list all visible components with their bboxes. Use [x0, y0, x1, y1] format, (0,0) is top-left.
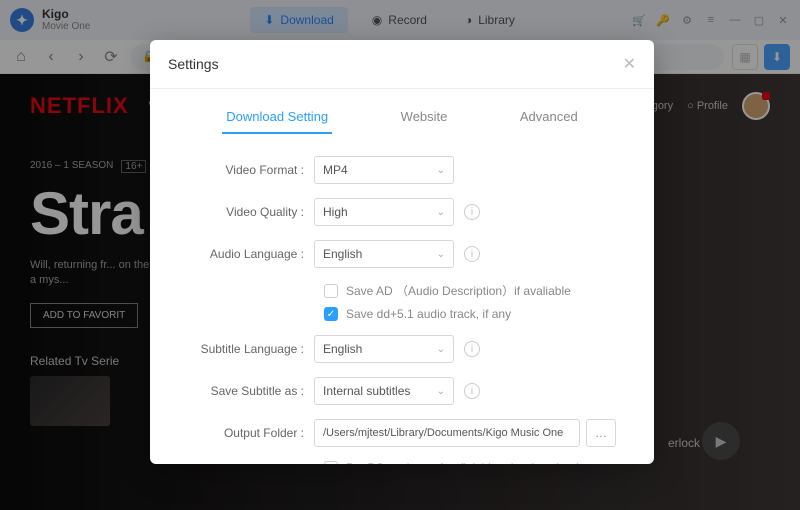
- modal-tabs: Download Setting Website Advanced: [150, 101, 654, 134]
- row-subtitle-language: Subtitle Language : English ⌄ i: [180, 335, 624, 363]
- row-save-ad[interactable]: Save AD （Audio Description）if avaliable: [324, 282, 624, 299]
- modal-title: Settings: [168, 56, 219, 72]
- close-icon[interactable]: ✕: [623, 54, 636, 74]
- modal-header: Settings ✕: [150, 40, 654, 89]
- info-icon[interactable]: i: [464, 204, 480, 220]
- label-save-subtitle-as: Save Subtitle as :: [180, 384, 314, 398]
- select-subtitle-language-value: English: [323, 342, 362, 356]
- select-subtitle-language[interactable]: English ⌄: [314, 335, 454, 363]
- row-video-format: Video Format : MP4 ⌄: [180, 156, 624, 184]
- select-audio-language[interactable]: English ⌄: [314, 240, 454, 268]
- select-video-quality-value: High: [323, 205, 348, 219]
- tab-advanced[interactable]: Advanced: [516, 101, 582, 134]
- label-sleep-pc: Put PC to sleep after finishing the down…: [346, 461, 616, 464]
- chevron-down-icon: ⌄: [437, 386, 445, 397]
- checkbox-save-dd51[interactable]: ✓: [324, 307, 338, 321]
- info-icon[interactable]: i: [464, 341, 480, 357]
- label-audio-language: Audio Language :: [180, 247, 314, 261]
- select-audio-language-value: English: [323, 247, 362, 261]
- chevron-down-icon: ⌄: [437, 249, 445, 260]
- tab-website[interactable]: Website: [397, 101, 452, 134]
- select-save-subtitle-as-value: Internal subtitles: [323, 384, 410, 398]
- chevron-down-icon: ⌄: [437, 165, 445, 176]
- label-subtitle-language: Subtitle Language :: [180, 342, 314, 356]
- select-save-subtitle-as[interactable]: Internal subtitles ⌄: [314, 377, 454, 405]
- info-icon[interactable]: i: [464, 246, 480, 262]
- row-video-quality: Video Quality : High ⌄ i: [180, 198, 624, 226]
- input-output-folder[interactable]: /Users/mjtest/Library/Documents/Kigo Mus…: [314, 419, 580, 447]
- checkbox-sleep-pc[interactable]: [324, 461, 338, 464]
- tab-download-setting[interactable]: Download Setting: [222, 101, 332, 134]
- label-video-quality: Video Quality :: [180, 205, 314, 219]
- row-output-folder: Output Folder : /Users/mjtest/Library/Do…: [180, 419, 624, 447]
- label-video-format: Video Format :: [180, 163, 314, 177]
- label-output-folder: Output Folder :: [180, 426, 314, 440]
- output-folder-value: /Users/mjtest/Library/Documents/Kigo Mus…: [323, 427, 563, 439]
- label-save-ad: Save AD （Audio Description）if avaliable: [346, 282, 571, 299]
- chevron-down-icon: ⌄: [437, 207, 445, 218]
- row-audio-language: Audio Language : English ⌄ i: [180, 240, 624, 268]
- checkbox-save-ad[interactable]: [324, 284, 338, 298]
- row-save-subtitle-as: Save Subtitle as : Internal subtitles ⌄ …: [180, 377, 624, 405]
- label-save-dd51: Save dd+5.1 audio track, if any: [346, 307, 511, 321]
- settings-modal: Settings ✕ Download Setting Website Adva…: [150, 40, 654, 464]
- info-icon[interactable]: i: [464, 383, 480, 399]
- select-video-format[interactable]: MP4 ⌄: [314, 156, 454, 184]
- chevron-down-icon: ⌄: [437, 344, 445, 355]
- row-save-dd51[interactable]: ✓ Save dd+5.1 audio track, if any: [324, 307, 624, 321]
- modal-body: Video Format : MP4 ⌄ Video Quality : Hig…: [150, 134, 654, 464]
- select-video-quality[interactable]: High ⌄: [314, 198, 454, 226]
- select-video-format-value: MP4: [323, 163, 348, 177]
- browse-button[interactable]: …: [586, 419, 616, 447]
- row-sleep-pc[interactable]: Put PC to sleep after finishing the down…: [324, 461, 624, 464]
